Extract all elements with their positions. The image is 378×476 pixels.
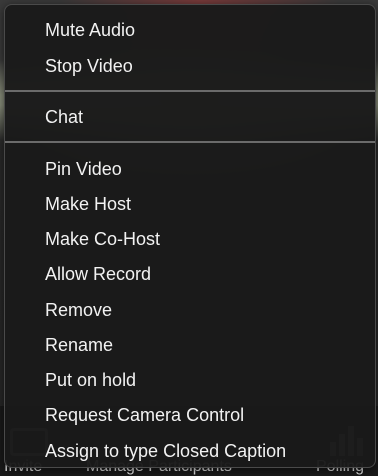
rename-menu-item[interactable]: Rename [45,328,113,363]
allow-record-menu-item[interactable]: Allow Record [45,257,151,292]
chat-menu-item[interactable]: Chat [45,100,83,135]
participant-context-menu: Mute Audio Stop Video Chat Pin Video Mak… [4,4,376,468]
make-host-menu-item[interactable]: Make Host [45,187,131,222]
pin-video-menu-item[interactable]: Pin Video [45,152,122,187]
assign-closed-caption-menu-item[interactable]: Assign to type Closed Caption [45,434,286,467]
meeting-window: Invite Manage Participants Polling Mute … [0,0,378,476]
stop-video-menu-item[interactable]: Stop Video [45,49,133,84]
menu-separator [5,141,375,143]
make-co-host-menu-item[interactable]: Make Co-Host [45,222,160,257]
mute-audio-menu-item[interactable]: Mute Audio [45,13,135,48]
remove-menu-item[interactable]: Remove [45,293,112,328]
menu-separator [5,90,375,92]
request-camera-control-menu-item[interactable]: Request Camera Control [45,398,244,433]
put-on-hold-menu-item[interactable]: Put on hold [45,363,136,398]
